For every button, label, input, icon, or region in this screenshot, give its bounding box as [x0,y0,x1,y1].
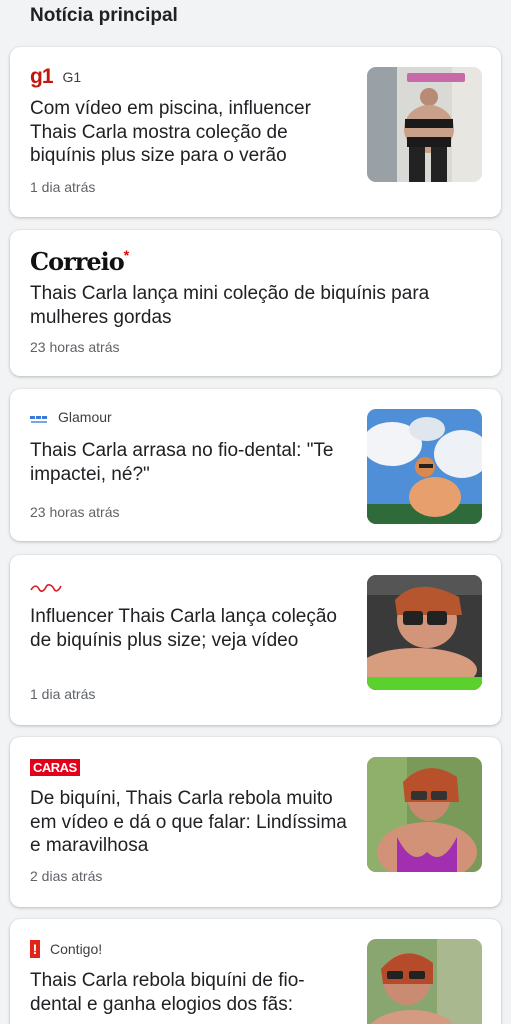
headline[interactable]: De biquíni, Thais Carla rebola muito em … [30,787,350,858]
article-thumbnail[interactable] [367,939,482,1024]
timestamp: 1 dia atrás [30,686,96,702]
headline[interactable]: Thais Carla arrasa no fio-dental: "Te im… [30,439,350,486]
glamour-logo-icon [30,412,48,423]
news-card-caras[interactable]: CARAS De biquíni, Thais Carla rebola mui… [10,737,501,907]
article-thumbnail[interactable] [367,575,482,690]
news-card-influencer[interactable]: Influencer Thais Carla lança coleção de … [10,555,501,725]
news-card-contigo[interactable]: ! Contigo! Thais Carla rebola biquíni de… [10,919,501,1024]
correio-star-icon: * [123,247,130,263]
article-thumbnail[interactable] [367,757,482,872]
timestamp: 23 horas atrás [30,339,120,355]
article-thumbnail[interactable] [367,409,482,524]
section-title: Notícia principal [30,5,178,26]
source-row: CARAS [30,757,80,777]
headline[interactable]: Com vídeo em piscina, influencer Thais C… [30,97,340,168]
source-row: ! Contigo! [30,939,102,959]
news-card-glamour[interactable]: Glamour Thais Carla arrasa no fio-dental… [10,389,501,541]
timestamp: 2 dias atrás [30,868,103,884]
caras-logo-icon: CARAS [30,758,80,776]
timestamp: 23 horas atrás [30,504,120,520]
source-name: Contigo! [50,941,103,957]
source-name: Glamour [58,409,112,425]
headline[interactable]: Thais Carla rebola biquíni de fio-dental… [30,969,340,1016]
headline[interactable]: Influencer Thais Carla lança coleção de … [30,605,340,652]
source-name: G1 [62,69,82,85]
contigo-logo-icon: ! [30,940,40,958]
headline[interactable]: Thais Carla lança mini coleção de biquín… [30,282,470,329]
correio-logo-icon: Correio [30,246,125,276]
source-row: Glamour [30,407,112,427]
source-row: g1 G1 [30,65,82,88]
news-card-correio[interactable]: Correio * Thais Carla lança mini coleção… [10,230,501,376]
source-row: Correio * [30,246,130,276]
timestamp: 1 dia atrás [30,179,96,195]
publisher-logo-icon [30,580,62,592]
news-page: Notícia principal g1 G1 Com vídeo em pis… [0,0,511,1024]
article-thumbnail[interactable] [367,67,482,182]
source-row [30,575,62,595]
g1-logo-icon: g1 [30,65,53,88]
news-card-g1[interactable]: g1 G1 Com vídeo em piscina, influencer T… [10,47,501,217]
